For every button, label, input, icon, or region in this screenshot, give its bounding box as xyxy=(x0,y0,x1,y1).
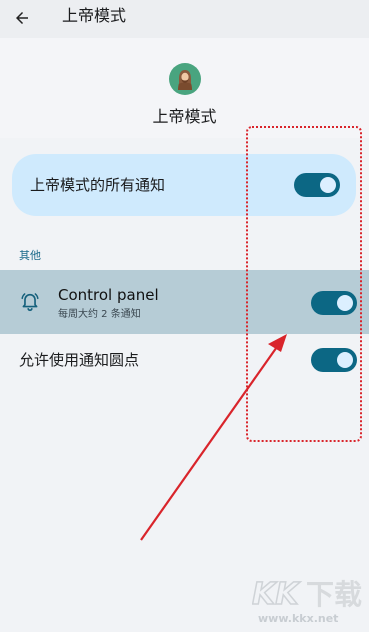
svg-text:KK: KK xyxy=(252,577,301,610)
watermark-url: www.kkx.net xyxy=(258,612,339,625)
svg-text:载: 载 xyxy=(334,578,362,610)
svg-text:下: 下 xyxy=(306,578,334,610)
watermark-logo: KK 下 载 xyxy=(252,576,362,610)
annotation-arrow xyxy=(140,334,287,541)
